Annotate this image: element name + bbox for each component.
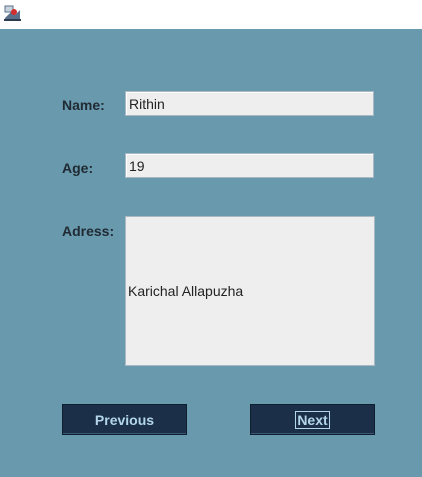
previous-button-label: Previous bbox=[94, 411, 155, 428]
next-button-label: Next bbox=[295, 410, 330, 429]
window-titlebar bbox=[0, 0, 422, 29]
name-label: Name: bbox=[62, 97, 105, 113]
name-field[interactable]: Rithin bbox=[125, 91, 374, 116]
address-label: Adress: bbox=[62, 223, 115, 239]
java-app-icon bbox=[3, 4, 22, 22]
address-textarea[interactable]: Karichal Allapuzha bbox=[125, 216, 375, 366]
age-field[interactable]: 19 bbox=[125, 153, 374, 178]
previous-button[interactable]: Previous bbox=[62, 404, 187, 435]
age-label: Age: bbox=[62, 160, 94, 176]
form-panel: Name: Rithin Age: 19 Adress: Karichal Al… bbox=[0, 29, 422, 477]
next-button[interactable]: Next bbox=[250, 404, 375, 435]
